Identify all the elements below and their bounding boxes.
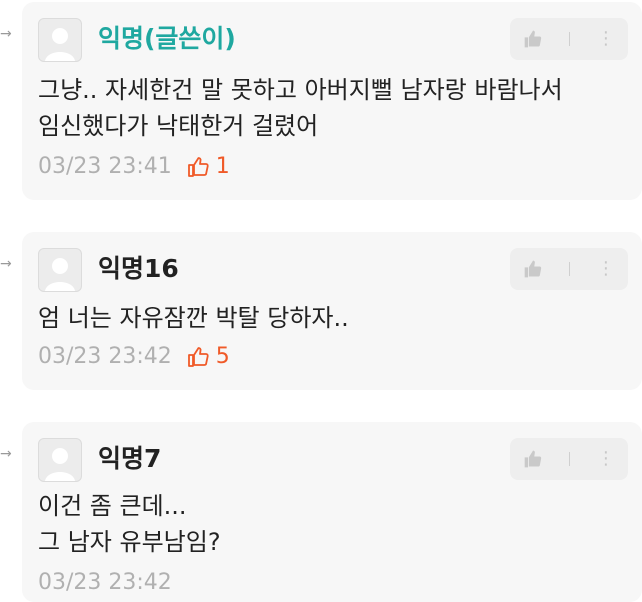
more-vertical-icon[interactable]: ⋮ <box>597 260 615 278</box>
reply-arrow-icon: → <box>0 446 12 462</box>
comment-timestamp: 03/23 23:42 <box>38 570 172 595</box>
comment-item: → 익명16 ⋮ 엄 너는 자유잠깐 박탈 당하자.. 03/23 23:42 … <box>0 232 642 392</box>
like-button[interactable]: 5 <box>186 344 230 369</box>
comment-card: 익명(글쓴이) ⋮ 그냥.. 자세한건 말 못하고 아버지뻘 남자랑 바람나서 … <box>22 2 642 200</box>
thumbs-up-icon[interactable] <box>523 259 543 279</box>
divider <box>569 32 571 46</box>
user-avatar-icon[interactable] <box>38 18 82 62</box>
comment-text: 그냥.. 자세한건 말 못하고 아버지뻘 남자랑 바람나서 임신했다가 낙태한거… <box>38 76 563 140</box>
comment-item: → 익명(글쓴이) ⋮ 그냥.. 자세한건 말 못하고 아버지뻘 남자랑 바람나… <box>0 2 642 202</box>
comment-author-name[interactable]: 익명(글쓴이) <box>98 22 236 56</box>
comment-author-name[interactable]: 익명16 <box>98 252 179 286</box>
comment-timestamp: 03/23 23:41 <box>38 154 172 179</box>
comment-meta: 03/23 23:42 <box>38 570 172 595</box>
reply-arrow-icon: → <box>0 26 12 42</box>
more-vertical-icon[interactable]: ⋮ <box>597 30 615 48</box>
thumbs-up-icon <box>187 156 209 177</box>
comment-item: → 익명7 ⋮ 이건 좀 큰데... 그 남자 유부남임? 03/23 23:4… <box>0 422 642 602</box>
thumbs-up-icon[interactable] <box>523 29 543 49</box>
divider <box>569 452 571 466</box>
comment-timestamp: 03/23 23:42 <box>38 344 172 369</box>
comment-actions: ⋮ <box>510 248 628 290</box>
comment-actions: ⋮ <box>510 438 628 480</box>
comment-meta: 03/23 23:41 1 <box>38 154 230 179</box>
thumbs-up-icon <box>187 346 209 367</box>
divider <box>569 262 571 276</box>
thumbs-up-icon[interactable] <box>523 449 543 469</box>
comment-meta: 03/23 23:42 5 <box>38 344 230 369</box>
comment-card: 익명7 ⋮ 이건 좀 큰데... 그 남자 유부남임? 03/23 23:42 <box>22 422 642 602</box>
more-vertical-icon[interactable]: ⋮ <box>597 450 615 468</box>
comment-text: 이건 좀 큰데... 그 남자 유부남임? <box>38 492 221 556</box>
like-button[interactable]: 1 <box>186 154 230 179</box>
reply-arrow-icon: → <box>0 256 12 272</box>
comment-author-name[interactable]: 익명7 <box>98 442 161 476</box>
like-count: 5 <box>215 344 230 369</box>
like-count: 1 <box>215 154 230 179</box>
user-avatar-icon[interactable] <box>38 248 82 292</box>
user-avatar-icon[interactable] <box>38 438 82 482</box>
comment-card: 익명16 ⋮ 엄 너는 자유잠깐 박탈 당하자.. 03/23 23:42 5 <box>22 232 642 390</box>
comment-text: 엄 너는 자유잠깐 박탈 당하자.. <box>38 304 349 332</box>
comment-actions: ⋮ <box>510 18 628 60</box>
